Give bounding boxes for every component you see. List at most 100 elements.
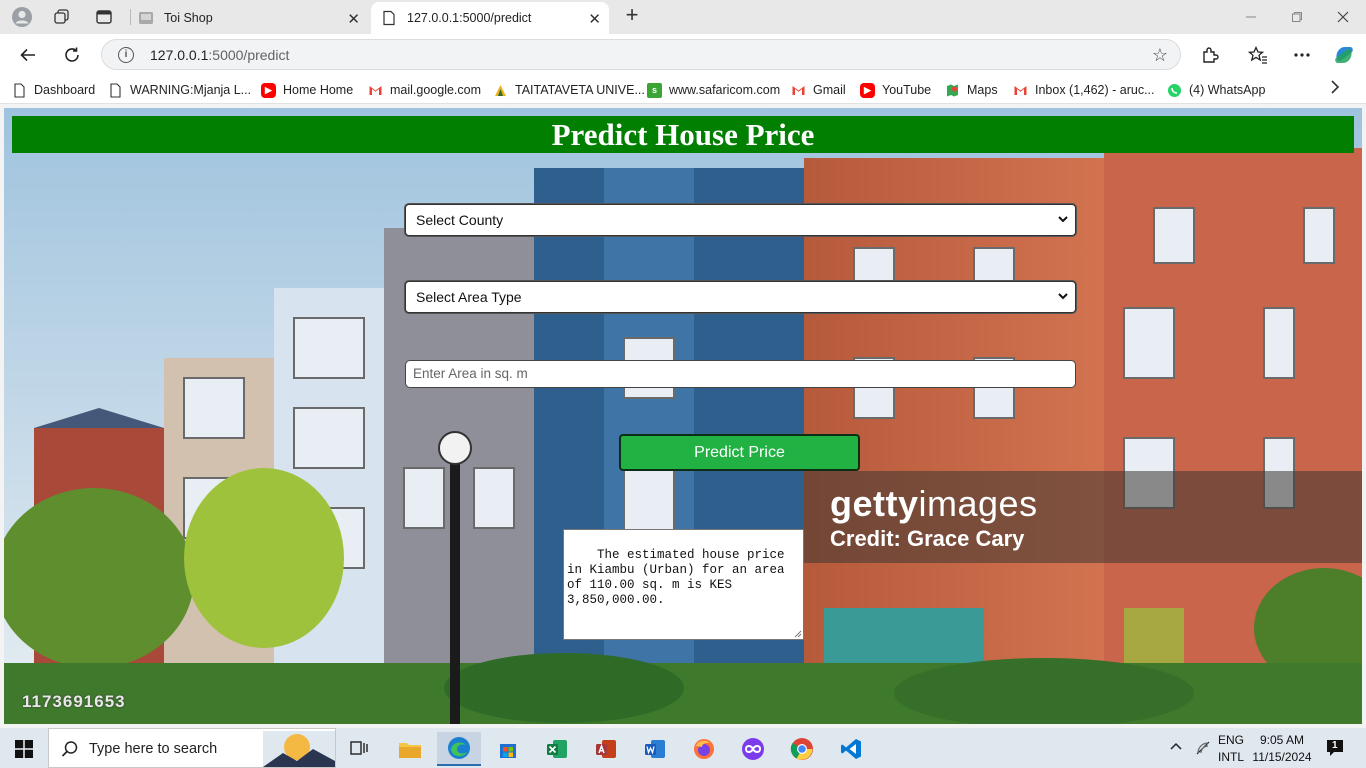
restore-button[interactable] — [1274, 0, 1320, 34]
predict-price-button[interactable]: Predict Price — [619, 434, 860, 471]
chevron-up-icon — [1170, 742, 1182, 750]
network-icon[interactable] — [1192, 728, 1214, 768]
notification-count: 1 — [1332, 740, 1338, 751]
close-tab-icon[interactable]: ✕ — [588, 10, 601, 28]
bookmark-dashboard[interactable]: Dashboard — [12, 81, 95, 99]
search-highlight-icon — [263, 731, 335, 767]
favorites-icon[interactable] — [1244, 42, 1272, 68]
maps-icon — [947, 84, 958, 96]
close-tab-icon[interactable]: ✕ — [347, 10, 360, 28]
address-bar[interactable]: i 127.0.0.1:5000/predict ☆ — [101, 39, 1181, 70]
url-text: 127.0.0.1:5000/predict — [150, 47, 289, 63]
word-icon[interactable] — [633, 732, 677, 766]
bookmark-taitataveta[interactable]: TAITATAVETA UNIVE... — [493, 81, 645, 99]
area-input[interactable]: Enter Area in sq. m — [405, 360, 1076, 388]
bookmark-warning-mjanja[interactable]: WARNING:Mjanja L... — [108, 81, 251, 99]
county-select-value: Select County — [416, 212, 504, 228]
bookmark-inbox[interactable]: Inbox (1,462) - aruc... — [1013, 81, 1155, 99]
result-textarea[interactable]: The estimated house price in Kiambu (Urb… — [563, 529, 804, 640]
workspaces-icon[interactable] — [49, 5, 75, 29]
bookmark-label: Gmail — [813, 83, 846, 97]
youtube-icon: ▶ — [860, 82, 875, 98]
language-indicator[interactable]: ENG INTL — [1218, 728, 1246, 768]
bookmark-label: (4) WhatsApp — [1189, 83, 1266, 97]
bookmark-safaricom[interactable]: s www.safaricom.com — [647, 81, 780, 99]
excel-icon[interactable] — [535, 732, 579, 766]
new-tab-button[interactable]: + — [620, 4, 644, 28]
favorite-star-icon[interactable]: ☆ — [1152, 45, 1168, 66]
safaricom-icon: s — [647, 82, 662, 98]
tab-predict[interactable]: 127.0.0.1:5000/predict ✕ — [371, 2, 609, 34]
url-host: 127.0.0.1 — [150, 47, 209, 63]
image-id: 1173691653 — [22, 692, 126, 711]
whatsapp-icon — [1168, 83, 1181, 97]
bookmark-mail-google[interactable]: mail.google.com — [368, 81, 481, 99]
bookmark-youtube[interactable]: ▶ YouTube — [860, 81, 931, 99]
chrome-icon[interactable] — [780, 732, 824, 766]
bookmark-label: Inbox (1,462) - aruc... — [1035, 83, 1155, 97]
tab-toi-shop[interactable]: Toi Shop ✕ — [130, 2, 368, 34]
bookmark-home-home[interactable]: ▶ Home Home — [261, 81, 353, 99]
microsoft-store-icon[interactable] — [486, 732, 530, 766]
profile-icon[interactable] — [9, 5, 35, 29]
getty-logo-part: getty — [830, 483, 919, 524]
area-type-select[interactable]: Select Area Type — [405, 281, 1076, 313]
gmail-icon — [369, 85, 382, 95]
youtube-icon: ▶ — [261, 82, 276, 98]
url-path: :5000/predict — [208, 47, 290, 63]
browser-toolbar: i 127.0.0.1:5000/predict ☆ — [0, 34, 1366, 76]
photo-credit: Credit: Grace Cary — [830, 526, 1025, 551]
county-select[interactable]: Select County — [405, 204, 1076, 236]
vscode-icon[interactable] — [829, 732, 873, 766]
extensions-icon[interactable] — [1196, 42, 1224, 68]
clock[interactable]: 9:05 AM 11/15/2024 — [1248, 728, 1316, 768]
area-input-placeholder: Enter Area in sq. m — [413, 366, 528, 381]
bookmark-label: Dashboard — [34, 83, 96, 97]
getty-watermark: gettyimages Credit: Grace Cary — [804, 471, 1362, 563]
bookmark-whatsapp[interactable]: (4) WhatsApp — [1167, 81, 1265, 99]
minimize-button[interactable] — [1228, 0, 1274, 34]
web-page: Predict House Price Select County Select… — [4, 108, 1362, 724]
file-explorer-icon[interactable] — [388, 732, 432, 766]
close-window-button[interactable] — [1320, 0, 1366, 34]
bookmarks-bar: Dashboard WARNING:Mjanja L... ▶ Home Hom… — [0, 76, 1366, 104]
windows-start-icon[interactable] — [2, 732, 46, 766]
notification-center[interactable]: 1 — [1322, 728, 1352, 768]
bookmark-maps[interactable]: Maps — [945, 81, 998, 99]
tab-title: Toi Shop — [164, 11, 213, 25]
bookmark-gmail[interactable]: Gmail — [791, 81, 846, 99]
bookmark-label: TAITATAVETA UNIVE... — [515, 83, 645, 97]
bookmark-label: mail.google.com — [390, 83, 482, 97]
clock-time: 9:05 AM — [1259, 733, 1305, 747]
browser-tab-strip: Toi Shop ✕ 127.0.0.1:5000/predict ✕ + — [0, 0, 1366, 34]
area-type-select-value: Select Area Type — [416, 289, 522, 305]
refresh-icon[interactable] — [58, 42, 86, 68]
search-icon — [61, 741, 78, 757]
gmail-icon — [1014, 85, 1027, 95]
resize-grip-icon[interactable] — [794, 630, 802, 638]
task-view-icon[interactable] — [338, 732, 382, 766]
edge-taskbar-icon[interactable] — [437, 732, 481, 766]
site-info-icon[interactable]: i — [118, 47, 134, 63]
vertical-tabs-icon[interactable] — [91, 5, 117, 29]
back-icon[interactable] — [14, 42, 42, 68]
chevron-down-icon — [1058, 293, 1068, 300]
copilot-icon[interactable] — [1330, 42, 1358, 68]
chevron-right-icon[interactable] — [1330, 80, 1340, 99]
more-menu-icon[interactable] — [1288, 42, 1316, 68]
windows-taskbar: Type here to search ENG INTL 9:05 AM 11/… — [0, 728, 1366, 768]
page-icon — [110, 82, 121, 98]
bookmark-label: WARNING:Mjanja L... — [130, 83, 252, 97]
search-placeholder: Type here to search — [89, 741, 218, 757]
getty-logo-part: images — [918, 483, 1038, 524]
bookmark-label: www.safaricom.com — [669, 83, 781, 97]
page-title: Predict House Price — [12, 116, 1354, 153]
firefox-icon[interactable] — [682, 732, 726, 766]
infinity-app-icon[interactable] — [731, 732, 775, 766]
bookmark-label: YouTube — [882, 83, 932, 97]
access-icon[interactable] — [584, 732, 628, 766]
university-icon — [495, 84, 506, 96]
taskbar-search[interactable]: Type here to search — [48, 728, 336, 768]
language-code: ENG — [1218, 733, 1245, 747]
show-hidden-icons[interactable] — [1166, 728, 1186, 768]
